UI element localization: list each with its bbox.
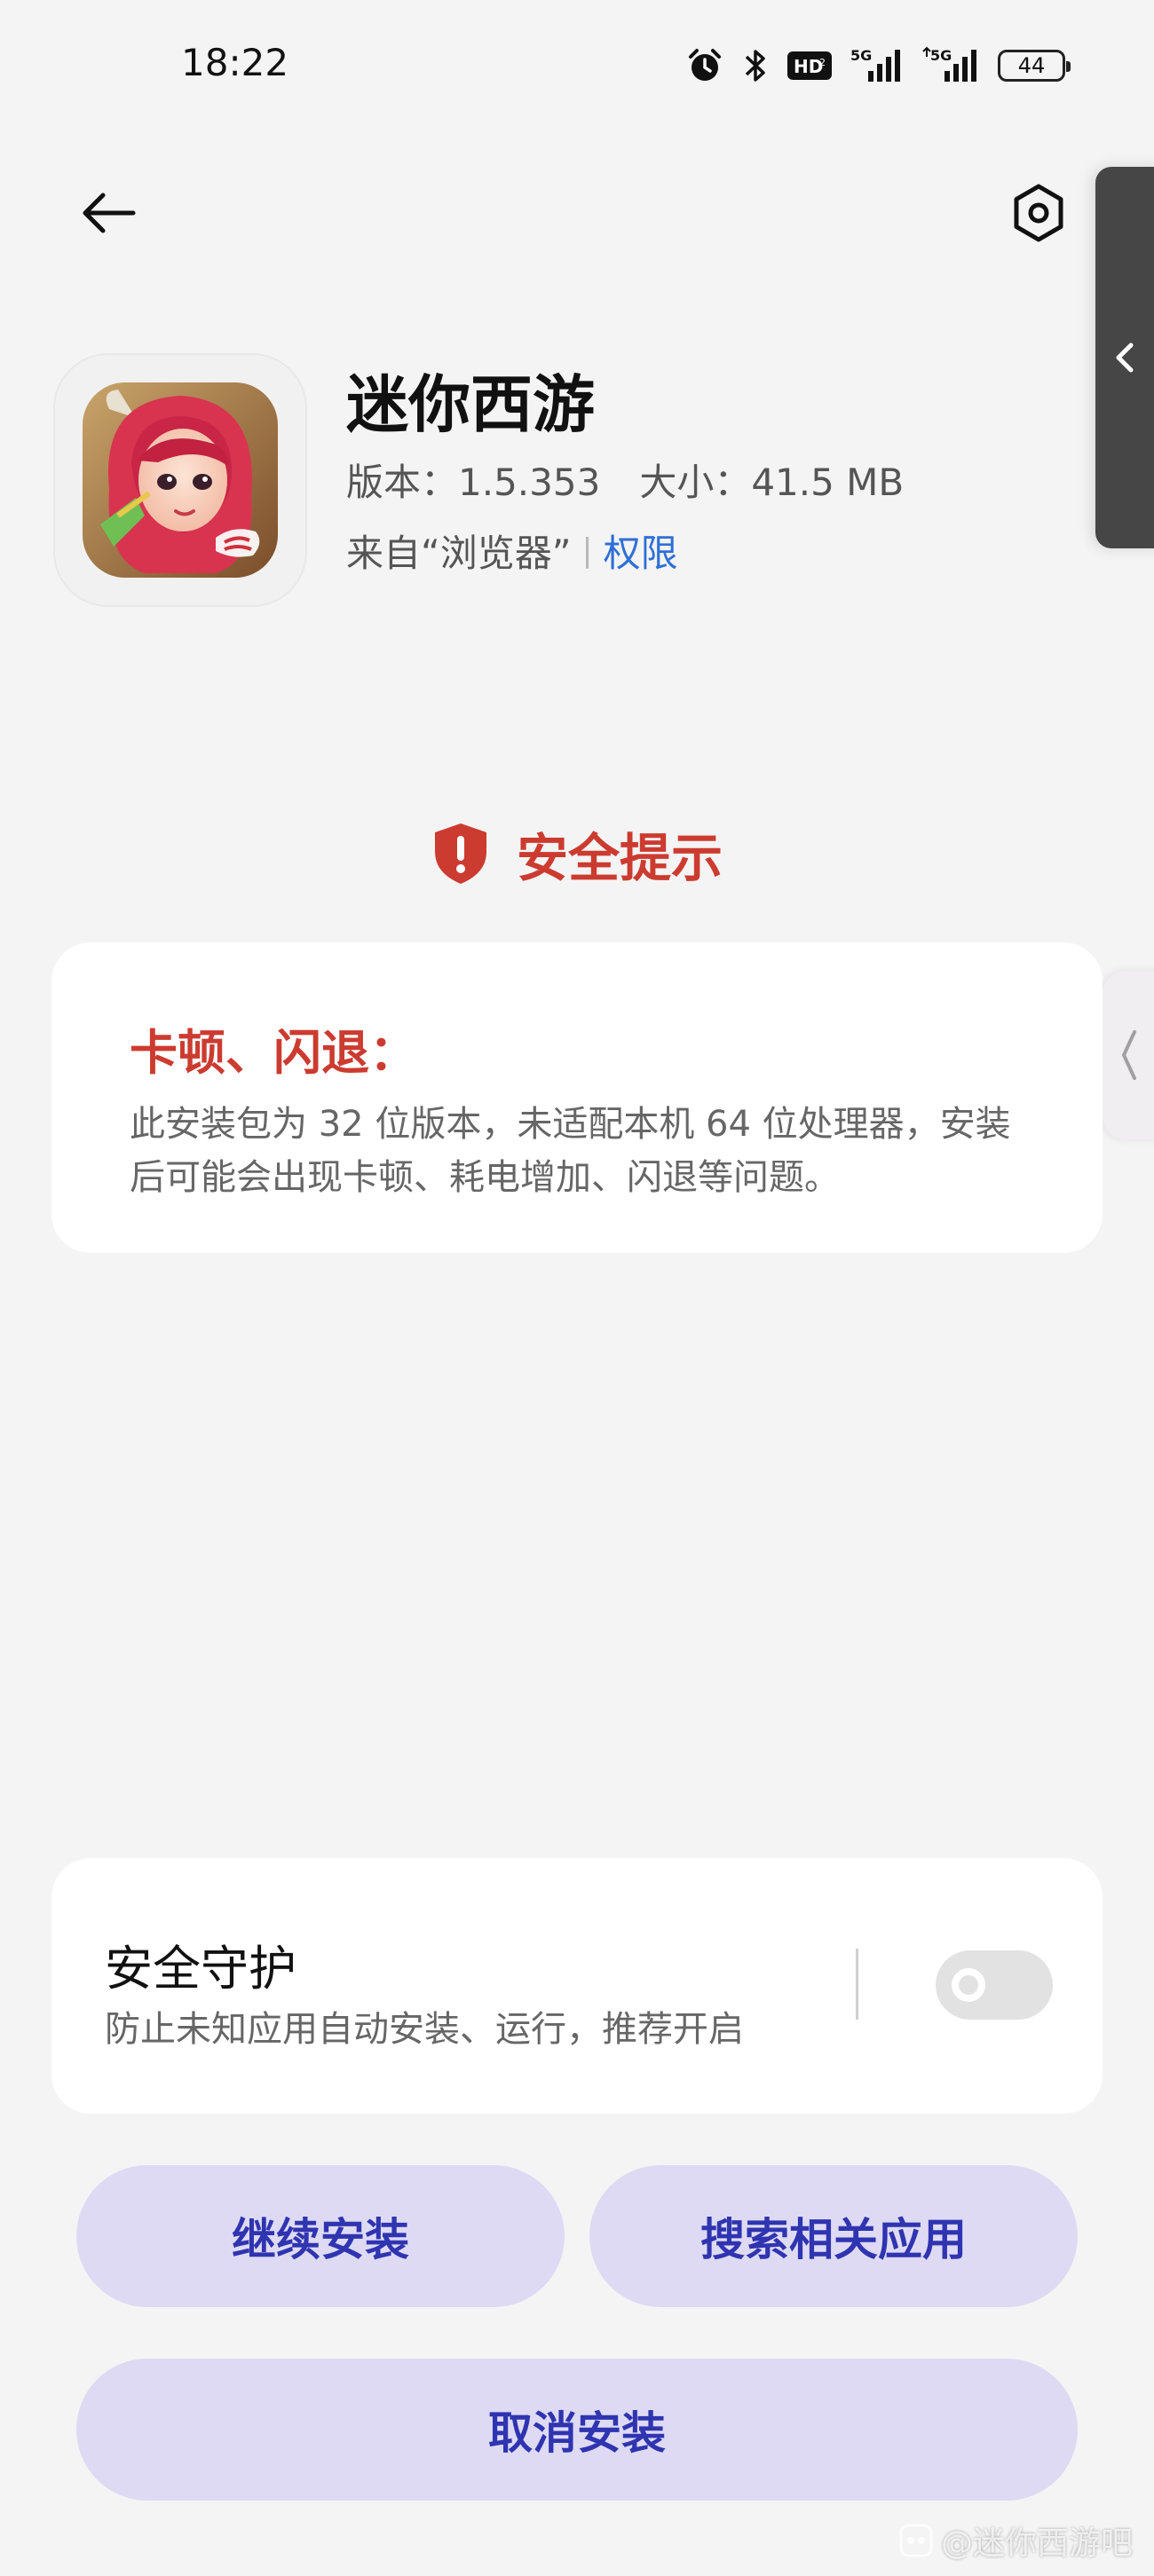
permissions-link[interactable]: 权限	[604, 524, 678, 578]
svg-text:2: 2	[819, 57, 826, 68]
bluetooth-icon	[742, 46, 769, 85]
toggle-knob	[952, 1968, 985, 2002]
app-icon	[83, 382, 278, 578]
source-label: 来自“浏览器”	[346, 532, 572, 575]
continue-install-button[interactable]: 继续安装	[76, 2165, 565, 2307]
app-version: 版本：1.5.353	[346, 461, 601, 504]
gear-icon	[1014, 184, 1063, 242]
cancel-install-button[interactable]: 取消安装	[76, 2359, 1078, 2501]
arrow-left-icon	[83, 193, 136, 233]
app-source: 来自“浏览器” | 权限	[346, 524, 678, 578]
signal-5g-icon: 5G	[850, 46, 904, 85]
app-name: 迷你西游	[346, 368, 595, 441]
alarm-icon	[685, 46, 724, 85]
source-separator: |	[581, 532, 593, 569]
battery-icon: 44	[998, 50, 1071, 82]
back-button[interactable]	[73, 177, 144, 248]
security-heading: 安全提示	[0, 816, 1154, 891]
watermark: @迷你西游吧	[898, 2517, 1133, 2564]
search-related-apps-button[interactable]: 搜索相关应用	[589, 2165, 1078, 2307]
signal1-label: 5G	[850, 47, 872, 64]
floating-panel-handle[interactable]	[1095, 167, 1154, 548]
status-bar: 18:22 HD 2 5G 5G 44	[0, 0, 1154, 133]
shield-alert-icon	[434, 823, 486, 884]
app-meta: 版本：1.5.353 大小：41.5 MB	[346, 453, 904, 507]
warning-title: 卡顿、闪退：	[130, 1025, 417, 1081]
edge-chevron-icon	[1121, 1030, 1136, 1080]
security-heading-text: 安全提示	[516, 828, 723, 888]
app-icon-container	[53, 353, 307, 607]
warning-card: 卡顿、闪退： 此安装包为 32 位版本，未适配本机 64 位处理器，安装后可能会…	[51, 942, 1103, 1253]
warning-body: 此安装包为 32 位版本，未适配本机 64 位处理器，安装后可能会出现卡顿、耗电…	[130, 1104, 1011, 1198]
forum-logo-icon	[899, 2524, 933, 2557]
edge-panel-tab[interactable]	[1103, 971, 1154, 1139]
protection-subtitle: 防止未知应用自动安装、运行，推荐开启	[105, 2009, 744, 2050]
status-time: 18:22	[181, 41, 289, 84]
protection-toggle[interactable]	[936, 1950, 1053, 2020]
protection-title: 安全守护	[105, 1941, 296, 1997]
hd-icon: HD 2	[786, 48, 833, 83]
signal2-label: 5G	[930, 47, 952, 64]
status-icons: HD 2 5G 5G 44	[685, 43, 1071, 89]
divider	[856, 1949, 858, 2020]
app-size: 大小：41.5 MB	[639, 461, 905, 504]
chevron-left-icon	[1116, 343, 1134, 373]
signal-5g-icon-2: 5G	[921, 46, 980, 85]
watermark-text: @迷你西游吧	[940, 2525, 1133, 2562]
protection-card: 安全守护 防止未知应用自动安装、运行，推荐开启	[51, 1858, 1103, 2114]
settings-button[interactable]	[1003, 177, 1074, 248]
